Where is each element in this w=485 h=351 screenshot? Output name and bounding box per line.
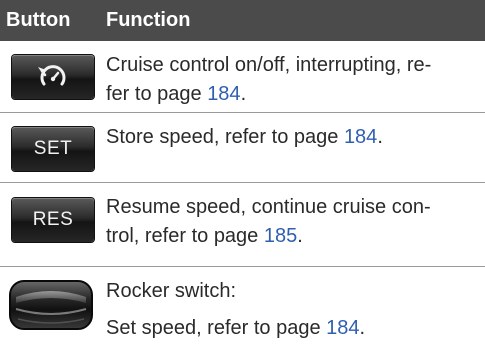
table-header: Button Function bbox=[0, 0, 485, 41]
description-line2: fer to page bbox=[106, 83, 208, 105]
icon-cell: SET bbox=[0, 113, 106, 182]
table-row-res: RES Resume speed, continue cruise con-tr… bbox=[0, 183, 485, 267]
period: . bbox=[377, 126, 383, 148]
function-text: Rocker switch: Set speed, refer to page … bbox=[106, 267, 485, 351]
function-text: Store speed, refer to page 184. bbox=[106, 113, 485, 182]
description-line1: Cruise control on/off, interrupting, re- bbox=[106, 54, 432, 76]
period: . bbox=[359, 317, 366, 339]
button-function-table: Button Function Cruise control on/off, i… bbox=[0, 0, 485, 351]
table-row-rocker-switch: Rocker switch: Set speed, refer to page … bbox=[0, 267, 485, 351]
description: Resume speed, continue cruise con-trol, … bbox=[106, 193, 479, 251]
page-link[interactable]: 184 bbox=[326, 317, 359, 339]
period: . bbox=[240, 83, 247, 105]
rocker-switch-icon bbox=[9, 280, 93, 330]
function-text: Cruise control on/off, interrupting, re-… bbox=[106, 41, 485, 112]
cruise-control-button bbox=[12, 55, 94, 99]
description-line1: Set speed, refer to page bbox=[106, 317, 327, 339]
icon-cell bbox=[0, 41, 106, 112]
page-link[interactable]: 184 bbox=[207, 83, 240, 105]
period: . bbox=[297, 225, 303, 247]
res-label: RES bbox=[32, 209, 74, 230]
table-row-set: SET Store speed, refer to page 184. bbox=[0, 113, 485, 183]
table-row-cruise-control: Cruise control on/off, interrupting, re-… bbox=[0, 41, 485, 113]
cruise-control-icon bbox=[38, 65, 66, 86]
description: Cruise control on/off, interrupting, re-… bbox=[106, 51, 479, 109]
description-line1: Store speed, refer to page bbox=[106, 126, 344, 148]
function-text: Resume speed, continue cruise con-trol, … bbox=[106, 183, 485, 266]
set-label: SET bbox=[33, 138, 73, 159]
description: Store speed, refer to page 184. bbox=[106, 123, 479, 152]
description-line1: Resume speed, continue cruise con- bbox=[106, 196, 431, 218]
icon-cell bbox=[0, 267, 106, 351]
description-line2: trol, refer to page bbox=[106, 225, 264, 247]
header-function: Function bbox=[106, 9, 191, 31]
icon-cell: RES bbox=[0, 183, 106, 266]
rocker-title: Rocker switch: bbox=[106, 280, 237, 302]
set-button: SET bbox=[12, 127, 94, 171]
description: Set speed, refer to page 184. bbox=[106, 314, 479, 343]
page-link[interactable]: 184 bbox=[344, 126, 377, 148]
header-button: Button bbox=[6, 9, 71, 31]
res-button: RES bbox=[12, 198, 94, 242]
page-link[interactable]: 185 bbox=[264, 225, 297, 247]
